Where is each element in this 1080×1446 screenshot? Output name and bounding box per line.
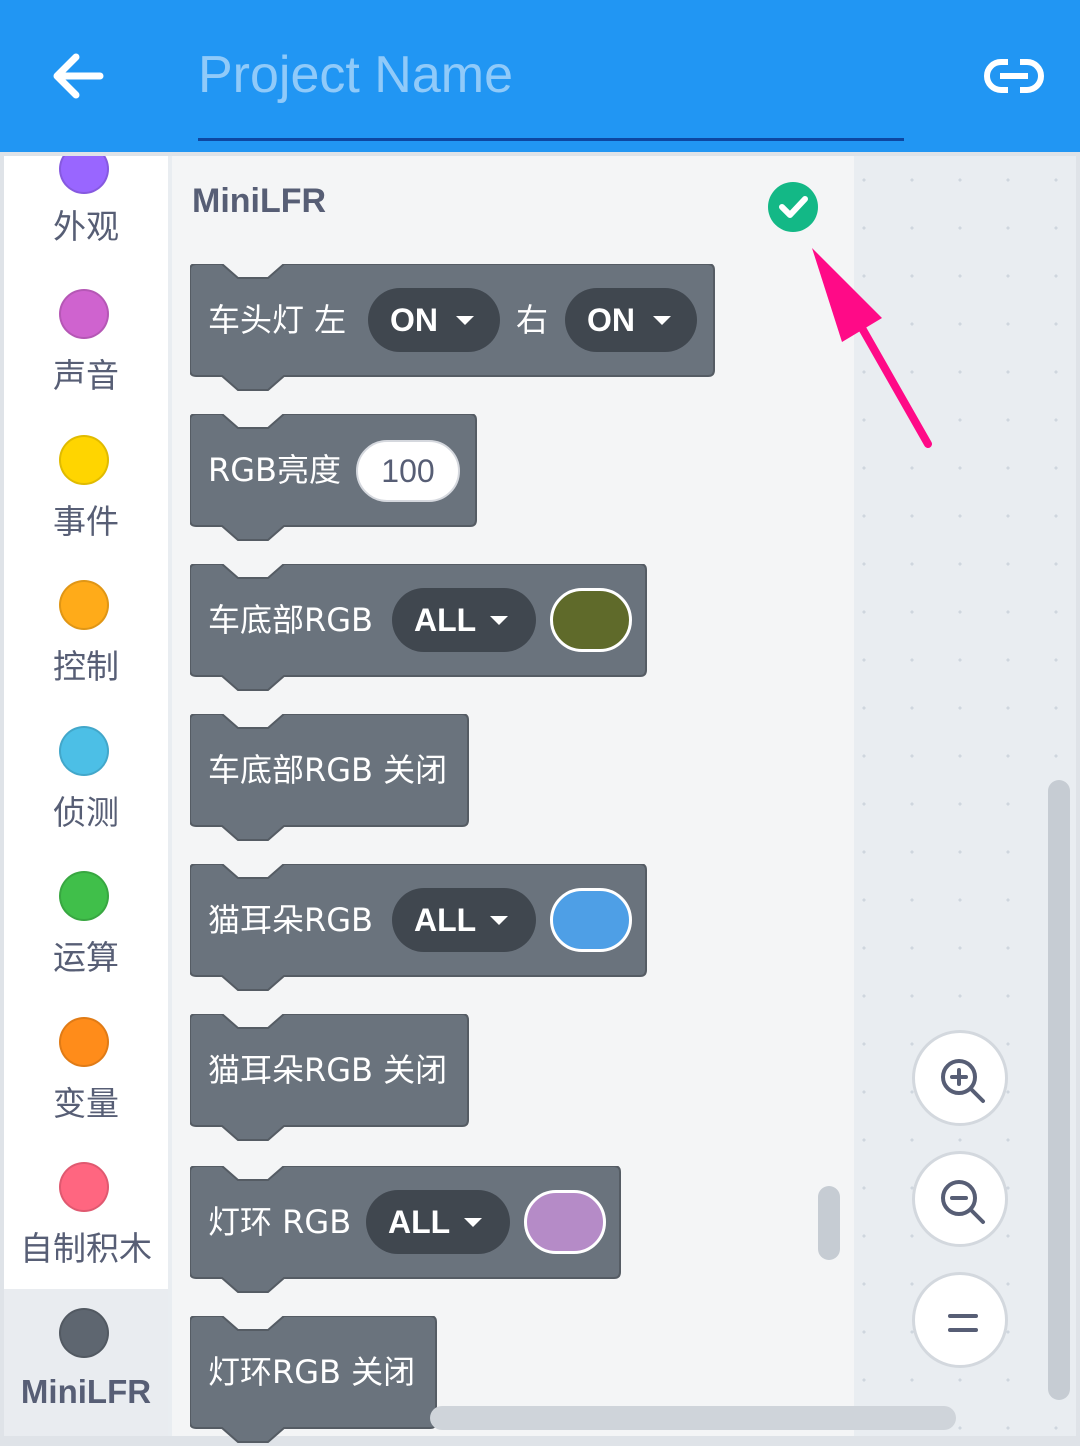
workspace-horizontal-scrollbar[interactable] [430, 1406, 956, 1430]
category-dot [59, 289, 109, 339]
category-looks[interactable]: 外观 [4, 156, 168, 261]
category-label: 声音 [53, 356, 119, 395]
block-label: 猫耳朵RGB [208, 901, 373, 939]
category-label: MiniLFR [20, 1373, 152, 1410]
category-control[interactable]: 控制 [4, 552, 168, 697]
block-label: 车头灯 左 [208, 301, 347, 339]
caret-down-icon [456, 316, 474, 325]
zoom-in-icon [941, 1059, 985, 1103]
zoom-reset-button[interactable] [912, 1272, 1008, 1368]
project-name-underline [198, 138, 904, 141]
block-label: RGB亮度 [208, 451, 341, 489]
category-my-blocks[interactable]: 自制积木 [4, 1134, 168, 1279]
caret-down-icon [490, 616, 508, 625]
block-label: 车底部RGB 关闭 [208, 751, 448, 789]
category-dot [59, 726, 109, 776]
block-label-right: 右 [516, 301, 549, 339]
category-sensing[interactable]: 侦测 [4, 698, 168, 843]
zoom-out-icon [941, 1180, 985, 1224]
color-swatch[interactable] [550, 588, 632, 652]
led-select-dropdown[interactable]: ALL [366, 1190, 510, 1254]
category-label: 控制 [53, 647, 119, 686]
category-dot [59, 156, 109, 194]
category-label: 侦测 [53, 793, 119, 832]
dropdown-value: ON [390, 302, 438, 338]
workspace-vertical-scrollbar[interactable] [1048, 780, 1070, 1400]
color-swatch[interactable] [524, 1190, 606, 1254]
category-minilfr[interactable]: MiniLFR [4, 1289, 168, 1436]
category-label: 运算 [53, 938, 119, 977]
category-dot [59, 1017, 109, 1067]
palette-title: MiniLFR [192, 182, 327, 220]
back-button[interactable] [42, 40, 114, 112]
zoom-reset-icon [948, 1314, 978, 1332]
category-label: 事件 [53, 502, 119, 541]
palette-scrollbar[interactable] [818, 1186, 840, 1260]
project-name-input[interactable] [198, 40, 904, 110]
link-icon [984, 56, 1044, 96]
category-label: 外观 [53, 207, 119, 246]
category-dot [59, 1308, 109, 1358]
dropdown-value: ON [587, 302, 635, 338]
zoom-out-button[interactable] [912, 1151, 1008, 1247]
led-select-dropdown[interactable]: ALL [392, 888, 536, 952]
block-label: 车底部RGB [208, 601, 373, 639]
check-circle-icon [768, 182, 818, 232]
block-label: 猫耳朵RGB 关闭 [208, 1051, 448, 1089]
category-dot [59, 871, 109, 921]
category-label: 变量 [53, 1084, 119, 1123]
dropdown-value: ALL [414, 902, 477, 938]
caret-down-icon [464, 1218, 482, 1227]
color-swatch[interactable] [550, 888, 632, 952]
caret-down-icon [490, 916, 508, 925]
block-label: 灯环 RGB [208, 1203, 352, 1241]
left-light-dropdown[interactable]: ON [368, 288, 500, 352]
category-events[interactable]: 事件 [4, 407, 168, 552]
annotation-arrow-icon [812, 248, 932, 448]
zoom-in-button[interactable] [912, 1030, 1008, 1126]
dropdown-value: ALL [388, 1204, 451, 1240]
share-link-button[interactable] [978, 44, 1050, 108]
top-bar [0, 0, 1080, 152]
right-light-dropdown[interactable]: ON [565, 288, 697, 352]
arrow-left-icon [53, 53, 104, 99]
category-sound[interactable]: 声音 [4, 261, 168, 406]
category-dot [59, 435, 109, 485]
category-variables[interactable]: 变量 [4, 989, 168, 1134]
category-dot [59, 580, 109, 630]
block-label: 灯环RGB 关闭 [208, 1353, 416, 1391]
brightness-input[interactable]: 100 [356, 440, 460, 502]
dropdown-value: ALL [414, 602, 477, 638]
category-menu: 外观 声音 事件 控制 侦测 运算 变量 自制积木 MiniLFR [4, 156, 168, 1436]
category-label: 自制积木 [20, 1229, 152, 1268]
led-select-dropdown[interactable]: ALL [392, 588, 536, 652]
caret-down-icon [653, 316, 671, 325]
category-dot [59, 1162, 109, 1212]
category-operators[interactable]: 运算 [4, 843, 168, 988]
